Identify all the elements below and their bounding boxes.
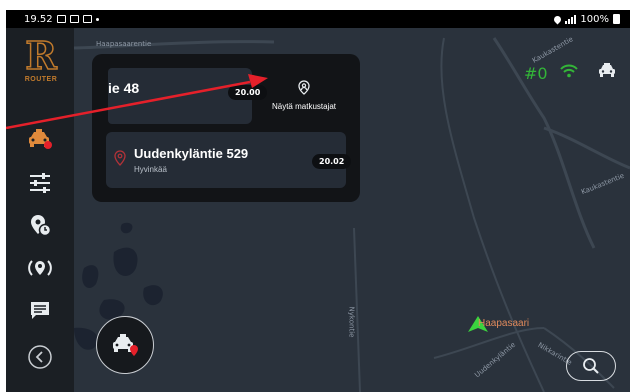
signal-icon	[565, 14, 577, 24]
search-icon	[583, 358, 599, 374]
map-search-button[interactable]	[566, 351, 616, 381]
battery-percent: 100%	[580, 13, 609, 25]
car-icon	[599, 63, 615, 77]
person-pin-icon	[298, 80, 310, 95]
sliders-icon	[30, 173, 50, 193]
chat-icon	[31, 302, 49, 319]
status-bar: 19.52 100%	[6, 10, 630, 28]
sidebar: R ROUTER	[6, 28, 74, 392]
gallery-icon	[56, 15, 66, 23]
notification-icon	[69, 15, 79, 23]
ride-counter: #0	[524, 64, 548, 83]
back-button[interactable]	[6, 340, 74, 374]
map-label-haapasaarentie: Haapasaarentie	[96, 40, 152, 48]
map-place-label: Haapasaari	[478, 318, 530, 329]
location-clock-icon	[31, 215, 52, 237]
app-icon	[82, 15, 92, 23]
sidebar-item-taxi[interactable]	[6, 122, 74, 156]
sidebar-item-location-time[interactable]	[6, 208, 74, 242]
taxi-fab-button[interactable]	[96, 316, 154, 374]
location-radar-icon	[28, 260, 52, 276]
trip-title: Uudenkyläntie 529	[134, 146, 249, 161]
trip-subtitle: Hyvinkää	[134, 165, 167, 174]
back-arrow-icon	[28, 345, 52, 369]
trip-card[interactable]: Uudenkyläntie 529 Hyvinkää 20.02	[106, 132, 352, 188]
taxi-location-icon	[113, 334, 138, 356]
sidebar-item-geofence[interactable]	[6, 252, 74, 286]
battery-icon	[613, 14, 620, 24]
status-time: 19.52	[24, 13, 53, 25]
trips-panel: ie 48 20.00 Näytä matkustajat Uudenkylän…	[92, 54, 360, 202]
more-dot-icon	[95, 17, 99, 21]
location-pin-icon	[114, 150, 126, 166]
show-passengers-label: Näytä matkustajat	[271, 102, 337, 111]
location-icon	[552, 14, 563, 24]
device-screen: 19.52 100% R ROUTER Haapasaarentie Kauka…	[6, 10, 630, 392]
map-label-nykontie: Nykontie	[347, 306, 356, 338]
show-passengers-button[interactable]: Näytä matkustajat	[262, 80, 346, 120]
wifi-icon	[560, 64, 578, 78]
trip-time-badge: 20.02	[312, 154, 352, 169]
trip-card[interactable]: ie 48 20.00	[108, 68, 268, 124]
trip-title: ie 48	[108, 80, 140, 96]
taxi-icon	[29, 129, 52, 149]
router-logo: R ROUTER	[24, 33, 58, 83]
logo-text: ROUTER	[24, 76, 58, 83]
sidebar-item-messages[interactable]	[6, 294, 74, 328]
sidebar-item-settings[interactable]	[6, 166, 74, 200]
